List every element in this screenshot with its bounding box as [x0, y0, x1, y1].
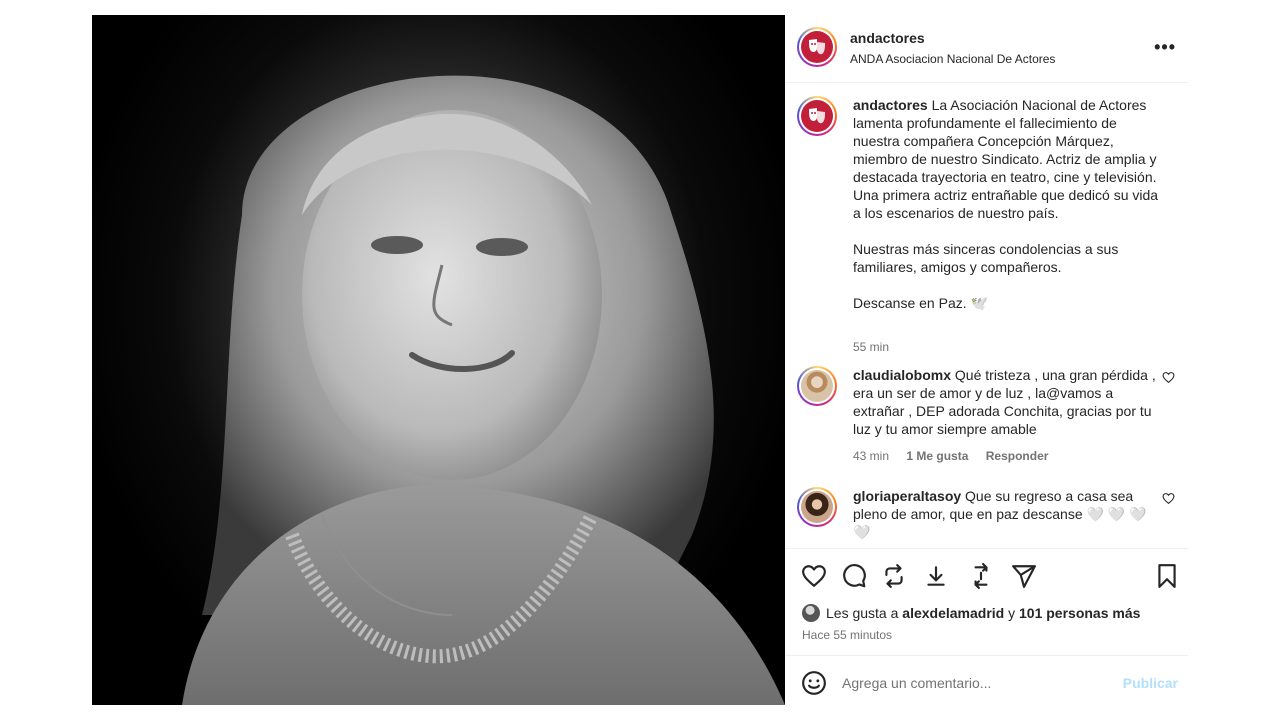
comment-username[interactable]: claudialobomx [853, 367, 951, 383]
caption-meta: 55 min [853, 340, 903, 354]
remix-icon[interactable] [968, 563, 994, 589]
caption-text: andactores La Asociación Nacional de Act… [853, 96, 1163, 312]
comment-meta: 43 min 1 Me gusta Responder [853, 449, 1062, 463]
comment-item: gloriaperaltasoy Que su regreso a casa s… [797, 487, 1177, 548]
comment-composer: Agrega un comentario... Publicar [785, 655, 1188, 705]
theater-masks-icon [801, 31, 833, 63]
avatar [801, 370, 833, 402]
liker-avatar[interactable] [802, 604, 820, 622]
theater-masks-icon [801, 100, 833, 132]
repost-icon[interactable] [881, 563, 907, 589]
post-photo [92, 15, 785, 705]
bookmark-icon[interactable] [1154, 563, 1180, 589]
commenter-avatar[interactable] [797, 487, 837, 527]
comment-item: claudialobomx Qué tristeza , una gran pé… [797, 366, 1177, 476]
post-timestamp: Hace 55 minutos [802, 628, 893, 642]
caption-closing: Descanse en Paz. 🕊️ [853, 295, 988, 311]
post-details-panel: andactores ANDA Asociacion Nacional De A… [785, 15, 1188, 705]
like-comment-heart-icon[interactable] [1162, 492, 1175, 505]
portrait-image [182, 75, 785, 705]
download-icon[interactable] [923, 563, 949, 589]
account-avatar[interactable] [797, 27, 837, 67]
like-heart-icon[interactable] [801, 563, 827, 589]
caption-avatar[interactable] [797, 96, 837, 136]
comment-time: 43 min [853, 449, 890, 463]
emoji-icon[interactable] [801, 670, 827, 696]
comment-input[interactable]: Agrega un comentario... [842, 675, 991, 691]
liker-username[interactable]: alexdelamadrid [902, 605, 1004, 621]
publish-button[interactable]: Publicar [1123, 675, 1178, 691]
more-options-icon[interactable]: ••• [1154, 37, 1176, 58]
caption-time: 55 min [853, 340, 890, 354]
reply-button[interactable]: Responder [986, 449, 1049, 463]
header-account-name[interactable]: ANDA Asociacion Nacional De Actores [850, 52, 1055, 66]
like-comment-heart-icon[interactable] [1162, 371, 1175, 384]
avatar [801, 491, 833, 523]
share-icon[interactable] [1011, 563, 1037, 589]
comment-text: claudialobomx Qué tristeza , una gran pé… [853, 367, 1156, 437]
likes-count[interactable]: 101 personas más [1019, 605, 1140, 621]
comment-username[interactable]: gloriaperaltasoy [853, 488, 961, 504]
commenter-avatar[interactable] [797, 366, 837, 406]
comment-likes[interactable]: 1 Me gusta [906, 449, 968, 463]
comment-text: gloriaperaltasoy Que su regreso a casa s… [853, 488, 1147, 540]
caption-username[interactable]: andactores [853, 97, 928, 113]
comments-scroll-area[interactable]: andactores La Asociación Nacional de Act… [785, 84, 1188, 548]
post-caption: andactores La Asociación Nacional de Act… [797, 96, 1177, 354]
comment-icon[interactable] [841, 563, 867, 589]
header-username[interactable]: andactores [850, 30, 925, 46]
action-bar [785, 548, 1188, 604]
likes-summary: Les gusta a alexdelamadrid y 101 persona… [802, 604, 1140, 622]
post-header: andactores ANDA Asociacion Nacional De A… [785, 15, 1188, 83]
